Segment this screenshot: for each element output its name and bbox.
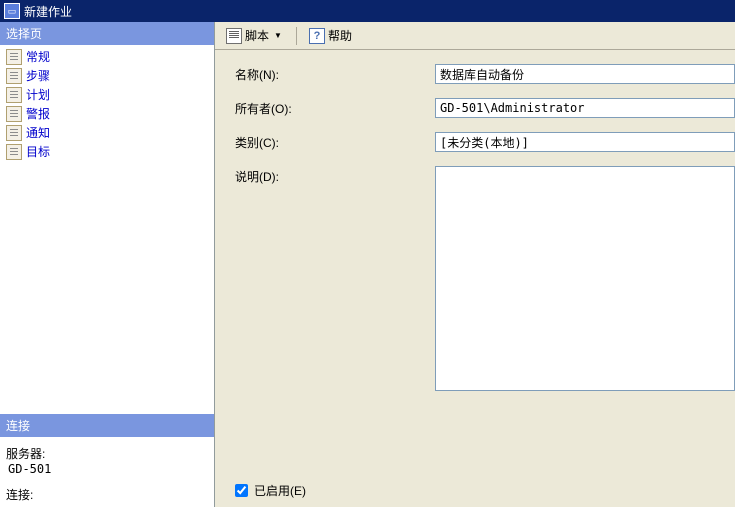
name-input[interactable] (435, 64, 735, 84)
sidebar: 选择页 常规 步骤 计划 警报 通知 (0, 22, 215, 507)
nav-label: 步骤 (26, 67, 50, 84)
nav-label: 警报 (26, 105, 50, 122)
row-enabled: 已启用(E) (215, 482, 735, 507)
description-label: 说明(D): (235, 166, 435, 185)
nav-item-general[interactable]: 常规 (0, 47, 214, 66)
help-button[interactable]: ? 帮助 (304, 24, 357, 47)
form: 名称(N): 所有者(O): 类别(C): 说明(D): (215, 50, 735, 482)
page-icon (6, 106, 22, 122)
script-button[interactable]: 脚本 ▼ (221, 24, 289, 47)
nav-list: 常规 步骤 计划 警报 通知 目标 (0, 45, 214, 163)
script-icon (226, 28, 242, 44)
nav-item-targets[interactable]: 目标 (0, 142, 214, 161)
connection-label: 连接: (6, 486, 208, 503)
nav-item-schedules[interactable]: 计划 (0, 85, 214, 104)
owner-label: 所有者(O): (235, 98, 435, 117)
page-icon (6, 125, 22, 141)
name-label: 名称(N): (235, 64, 435, 83)
nav-item-steps[interactable]: 步骤 (0, 66, 214, 85)
page-icon (6, 49, 22, 65)
connection-header: 连接 (0, 414, 214, 437)
description-textarea[interactable] (435, 166, 735, 391)
content-area: 脚本 ▼ ? 帮助 名称(N): 所有者(O): 类别(C): (215, 22, 735, 507)
row-owner: 所有者(O): (235, 98, 735, 118)
connection-info: 服务器: GD-501 连接: (0, 437, 214, 507)
server-value: GD-501 (6, 462, 208, 476)
page-icon (6, 144, 22, 160)
sidebar-spacer (0, 163, 214, 414)
nav-label: 通知 (26, 124, 50, 141)
nav-item-notifications[interactable]: 通知 (0, 123, 214, 142)
nav-label: 目标 (26, 143, 50, 160)
row-description: 说明(D): (235, 166, 735, 391)
page-icon (6, 87, 22, 103)
window-icon: ▭ (4, 3, 20, 19)
page-icon (6, 68, 22, 84)
window-title: 新建作业 (24, 3, 72, 20)
nav-label: 计划 (26, 86, 50, 103)
category-label: 类别(C): (235, 132, 435, 151)
main-container: 选择页 常规 步骤 计划 警报 通知 (0, 22, 735, 507)
owner-input[interactable] (435, 98, 735, 118)
enabled-checkbox[interactable] (235, 484, 248, 497)
enabled-label: 已启用(E) (254, 482, 306, 499)
nav-item-alerts[interactable]: 警报 (0, 104, 214, 123)
category-select[interactable] (435, 132, 735, 152)
chevron-down-icon: ▼ (272, 31, 284, 40)
help-icon: ? (309, 28, 325, 44)
row-name: 名称(N): (235, 64, 735, 84)
script-label: 脚本 (245, 27, 269, 44)
separator (296, 27, 297, 45)
titlebar: ▭ 新建作业 (0, 0, 735, 22)
select-page-header: 选择页 (0, 22, 214, 45)
nav-label: 常规 (26, 48, 50, 65)
row-category: 类别(C): (235, 132, 735, 152)
help-label: 帮助 (328, 27, 352, 44)
server-label: 服务器: (6, 445, 208, 462)
toolbar: 脚本 ▼ ? 帮助 (215, 22, 735, 50)
